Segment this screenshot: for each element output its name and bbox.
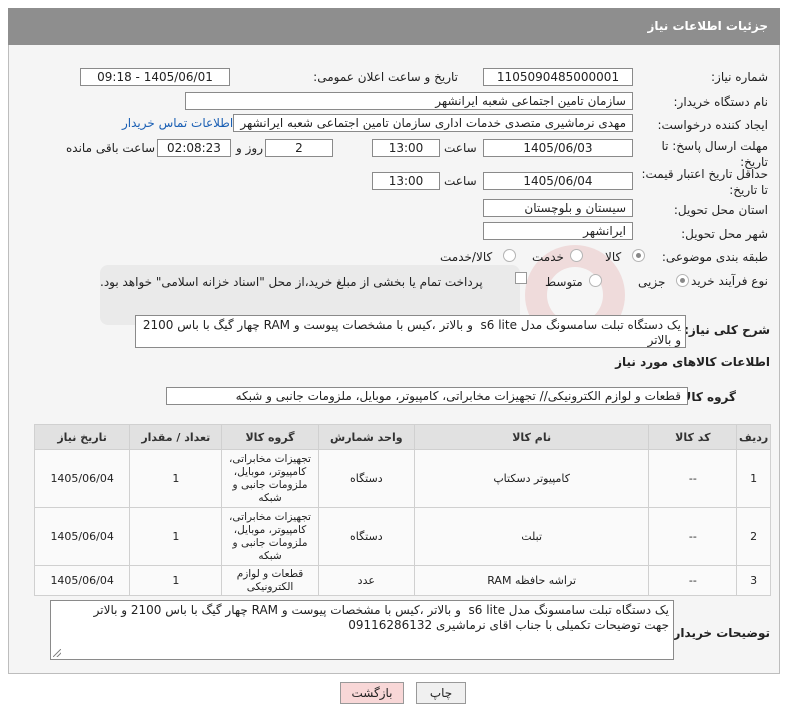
remaining-label: ساعت باقی مانده (66, 141, 156, 155)
row-date: 1405/06/04 (33, 449, 131, 508)
process-radio-minor[interactable] (676, 274, 689, 287)
buyer-label: نام دستگاه خریدار: (673, 95, 769, 109)
announce-label: تاریخ و ساعت اعلان عمومی: (313, 70, 458, 84)
city-field: ایرانشهر (483, 222, 633, 240)
buyer-contact-link[interactable]: اطلاعات تماس خریدار (122, 116, 233, 130)
treasury-payment-checkbox[interactable] (515, 272, 527, 284)
need-number-field: 1105090485000001 (483, 68, 633, 86)
validity-time-field: 13:00 (372, 172, 440, 190)
validity-time-label: ساعت (444, 174, 477, 188)
col-date-header: تاریخ نیاز (33, 424, 131, 450)
validity-label: حداقل تاریخ اعتبار قیمت: تا تاریخ: (641, 167, 768, 197)
row-qty: 1 (129, 449, 223, 508)
deadline-date-field: 1405/06/03 (483, 139, 633, 157)
province-label: استان محل تحویل: (673, 203, 768, 217)
creator-field: مهدی نرماشیری متصدی خدمات اداری سازمان ت… (233, 114, 633, 132)
row-unit: دستگاه (317, 507, 415, 566)
col-unit-header: واحد شمارش (317, 424, 415, 450)
row-unit: عدد (317, 565, 415, 596)
row-code: -- (648, 507, 738, 566)
table-row[interactable]: 1 -- کامپیوتر دسکتاپ دستگاه تجهیزات مخاب… (33, 449, 771, 508)
col-code-header: کد کالا (648, 424, 738, 450)
col-qty-header: تعداد / مقدار (129, 424, 223, 450)
row-name: تبلت (413, 507, 650, 566)
category-radio-goods-service[interactable] (503, 249, 516, 262)
row-code: -- (648, 449, 738, 508)
description-label: شرح کلی نیاز: (684, 323, 770, 337)
panel-header: جزئیات اطلاعات نیاز (8, 8, 780, 45)
table-row[interactable]: 2 -- تبلت دستگاه تجهیزات مخابراتی، کامپی… (33, 507, 771, 566)
row-code: -- (648, 565, 738, 596)
row-qty: 1 (129, 565, 223, 596)
category-radio-goods[interactable] (632, 249, 645, 262)
row-qty: 1 (129, 507, 223, 566)
deadline-time-field: 13:00 (372, 139, 440, 157)
buyer-notes-label: توضیحات خریدار: (668, 626, 770, 640)
row-date: 1405/06/04 (33, 565, 131, 596)
days-field: 2 (265, 139, 333, 157)
col-index-header: ردیف (736, 424, 771, 450)
validity-date-field: 1405/06/04 (483, 172, 633, 190)
goods-group-field: قطعات و لوازم الکترونیکی// تجهیزات مخابر… (166, 387, 688, 405)
row-group: تجهیزات مخابراتی، کامپیوتر، موبایل، ملزو… (221, 507, 319, 566)
announce-datetime-field: 1405/06/01 - 09:18 (80, 68, 230, 86)
items-table: ردیف کد کالا نام کالا واحد شمارش گروه کا… (33, 424, 771, 596)
category-option-service: خدمت (532, 250, 564, 264)
remaining-time-field: 02:08:23 (157, 139, 231, 157)
process-option-medium: متوسط (545, 275, 583, 289)
row-name: کامپیوتر دسکتاپ (413, 449, 650, 508)
col-name-header: نام کالا (413, 424, 650, 450)
category-option-goods: کالا (605, 250, 622, 264)
province-field: سیستان و بلوچستان (483, 199, 633, 217)
category-option-goods-service: کالا/خدمت (440, 250, 493, 264)
row-index: 1 (736, 449, 771, 508)
category-radio-service[interactable] (570, 249, 583, 262)
row-group: قطعات و لوازم الکترونیکی (221, 565, 319, 596)
process-radio-medium[interactable] (589, 274, 602, 287)
description-textarea[interactable]: یک دستگاه تبلت سامسونگ مدل s6 lite و بال… (135, 315, 686, 348)
treasury-payment-note: پرداخت تمام یا بخشی از مبلغ خرید،از محل … (100, 275, 483, 289)
col-group-header: گروه کالا (221, 424, 319, 450)
print-button[interactable]: چاپ (416, 682, 466, 704)
row-index: 3 (736, 565, 771, 596)
row-date: 1405/06/04 (33, 507, 131, 566)
city-label: شهر محل تحویل: (681, 227, 768, 241)
row-group: تجهیزات مخابراتی، کامپیوتر، موبایل، ملزو… (221, 449, 319, 508)
process-option-minor: جزیی (638, 275, 666, 289)
row-index: 2 (736, 507, 771, 566)
table-row[interactable]: 3 -- تراشه حافظه RAM عدد قطعات و لوازم ا… (33, 565, 771, 596)
creator-label: ایجاد کننده درخواست: (657, 118, 768, 132)
days-label: روز و (236, 141, 263, 155)
row-unit: دستگاه (317, 449, 415, 508)
process-label: نوع فرآیند خرید : (683, 274, 768, 288)
goods-info-title: اطلاعات کالاهای مورد نیاز (615, 355, 770, 369)
buyer-notes-textarea[interactable]: یک دستگاه تبلت سامسونگ مدل s6 lite و بال… (50, 600, 674, 660)
deadline-time-label: ساعت (444, 141, 477, 155)
back-button[interactable]: بازگشت (340, 682, 404, 704)
buyer-field: سازمان تامین اجتماعی شعبه ایرانشهر (185, 92, 633, 110)
need-number-label: شماره نیاز: (711, 70, 768, 84)
row-name: تراشه حافظه RAM (413, 565, 650, 596)
category-label: طبقه بندی موضوعی: (661, 250, 768, 264)
table-header-row: ردیف کد کالا نام کالا واحد شمارش گروه کا… (33, 424, 771, 450)
